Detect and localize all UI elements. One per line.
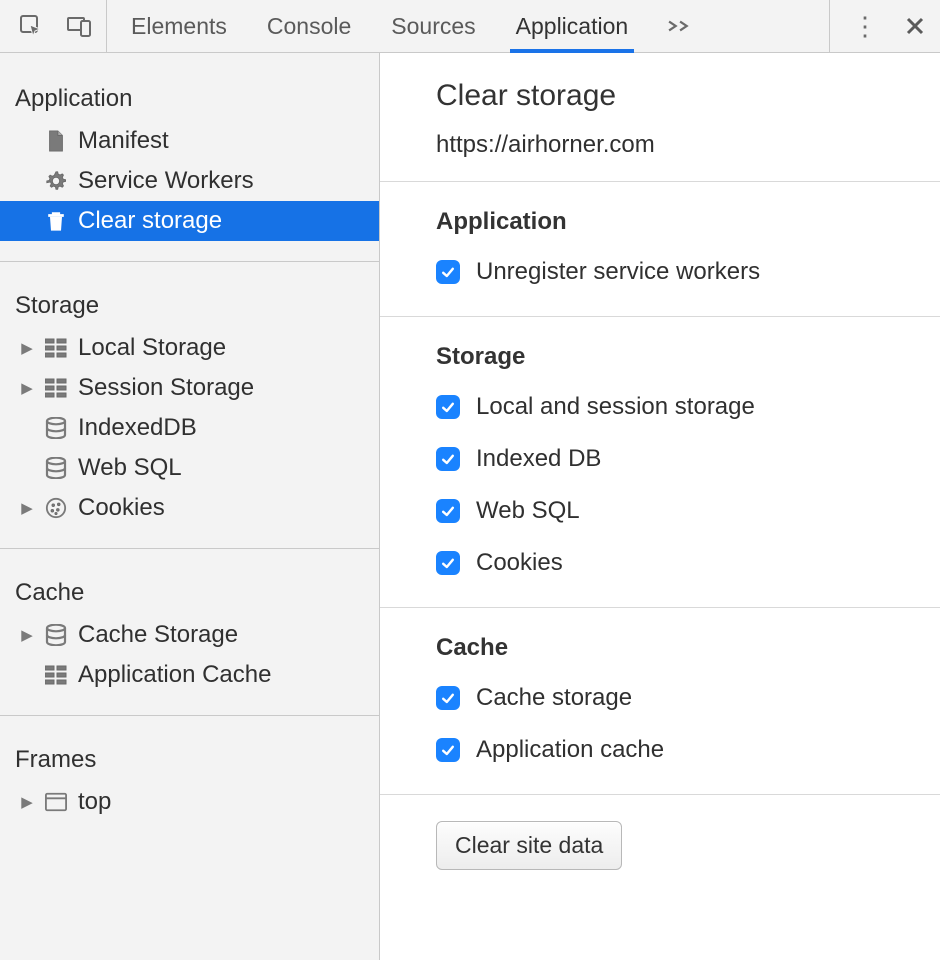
- sidebar-item-top[interactable]: ▶ top: [0, 782, 379, 822]
- sidebar-item-label: Session Storage: [78, 374, 254, 402]
- tab-console[interactable]: Console: [267, 0, 351, 52]
- window-icon: [44, 790, 68, 814]
- sidebar-item-service-workers[interactable]: Service Workers: [0, 161, 379, 201]
- section-storage: Storage Local and session storage Indexed …: [380, 317, 940, 608]
- grid-icon: [44, 376, 68, 400]
- sidebar-item-session-storage[interactable]: ▶ Session Storage: [0, 368, 379, 408]
- check-row-cache-storage: Cache storage: [436, 684, 940, 712]
- checkbox-label: Application cache: [476, 736, 664, 764]
- check-row-cookies: Cookies: [436, 549, 940, 577]
- sidebar-item-label: Web SQL: [78, 454, 182, 482]
- sidebar-group-storage: Storage: [0, 262, 379, 328]
- kebab-menu-icon[interactable]: ⋮: [852, 11, 878, 42]
- section-application: Application Unregister service workers: [380, 182, 940, 317]
- check-row-unregister-service-workers: Unregister service workers: [436, 258, 940, 286]
- database-icon: [44, 456, 68, 480]
- sidebar-item-application-cache[interactable]: Application Cache: [0, 655, 379, 695]
- sidebar-item-label: Cookies: [78, 494, 165, 522]
- grid-icon: [44, 663, 68, 687]
- checkbox-label: Web SQL: [476, 497, 580, 525]
- pane-title: Clear storage: [436, 79, 940, 113]
- check-row-application-cache: Application cache: [436, 736, 940, 764]
- close-icon[interactable]: [902, 13, 928, 39]
- trash-icon: [44, 209, 68, 233]
- checkbox-label: Cookies: [476, 549, 563, 577]
- pane-url: https://airhorner.com: [436, 131, 940, 159]
- sidebar-item-web-sql[interactable]: Web SQL: [0, 448, 379, 488]
- sidebar-group-frames: Frames: [0, 716, 379, 782]
- checkbox-indexed-db[interactable]: [436, 447, 460, 471]
- sidebar-item-label: Clear storage: [78, 207, 222, 235]
- gear-icon: [44, 169, 68, 193]
- checkbox-label: Local and session storage: [476, 393, 755, 421]
- checkbox-web-sql[interactable]: [436, 499, 460, 523]
- sidebar-item-local-storage[interactable]: ▶ Local Storage: [0, 328, 379, 368]
- sidebar-group-application: Application: [0, 55, 379, 121]
- sidebar-item-cache-storage[interactable]: ▶ Cache Storage: [0, 615, 379, 655]
- devtools-tabs: Elements Console Sources Application: [131, 0, 690, 52]
- more-tabs-icon[interactable]: [668, 0, 690, 52]
- expand-arrow-icon[interactable]: ▶: [20, 793, 34, 811]
- toolbar-left-group: [0, 0, 107, 52]
- section-heading: Cache: [436, 634, 940, 662]
- section-cache: Cache Cache storage Application cache: [380, 608, 940, 795]
- sidebar-item-label: top: [78, 788, 111, 816]
- checkbox-label: Unregister service workers: [476, 258, 760, 286]
- expand-arrow-icon[interactable]: ▶: [20, 339, 34, 357]
- sidebar-item-label: Local Storage: [78, 334, 226, 362]
- tab-elements-label: Elements: [131, 13, 227, 40]
- tab-sources-label: Sources: [391, 13, 475, 40]
- pane-action-area: Clear site data: [380, 795, 940, 930]
- device-toggle-icon[interactable]: [66, 13, 92, 39]
- tab-application[interactable]: Application: [516, 0, 629, 52]
- checkbox-label: Cache storage: [476, 684, 632, 712]
- tab-application-label: Application: [516, 13, 629, 40]
- sidebar-item-label: Service Workers: [78, 167, 254, 195]
- check-row-local-and-session-storage: Local and session storage: [436, 393, 940, 421]
- sidebar-item-clear-storage[interactable]: Clear storage: [0, 201, 379, 241]
- expand-arrow-icon[interactable]: ▶: [20, 499, 34, 517]
- database-icon: [44, 416, 68, 440]
- sidebar-group-cache: Cache: [0, 549, 379, 615]
- main-area: Application Manifest Service Workers Clear …: [0, 53, 940, 960]
- expand-arrow-icon[interactable]: ▶: [20, 626, 34, 644]
- sidebar-item-label: IndexedDB: [78, 414, 197, 442]
- inspect-icon[interactable]: [18, 13, 44, 39]
- checkbox-application-cache[interactable]: [436, 738, 460, 762]
- pane-header: Clear storage https://airhorner.com: [380, 53, 940, 182]
- checkbox-cache-storage[interactable]: [436, 686, 460, 710]
- section-heading: Storage: [436, 343, 940, 371]
- cookie-icon: [44, 496, 68, 520]
- expand-arrow-icon[interactable]: ▶: [20, 379, 34, 397]
- sidebar-item-cookies[interactable]: ▶ Cookies: [0, 488, 379, 528]
- document-icon: [44, 129, 68, 153]
- section-heading: Application: [436, 208, 940, 236]
- content-pane: Clear storage https://airhorner.com Appl…: [380, 53, 940, 960]
- tab-console-label: Console: [267, 13, 351, 40]
- sidebar-item-indexeddb[interactable]: IndexedDB: [0, 408, 379, 448]
- clear-site-data-button[interactable]: Clear site data: [436, 821, 622, 870]
- grid-icon: [44, 336, 68, 360]
- sidebar-item-manifest[interactable]: Manifest: [0, 121, 379, 161]
- sidebar: Application Manifest Service Workers Clear …: [0, 53, 380, 960]
- checkbox-label: Indexed DB: [476, 445, 601, 473]
- clear-site-data-label: Clear site data: [455, 832, 603, 858]
- check-row-web-sql: Web SQL: [436, 497, 940, 525]
- sidebar-item-label: Cache Storage: [78, 621, 238, 649]
- checkbox-cookies[interactable]: [436, 551, 460, 575]
- database-icon: [44, 623, 68, 647]
- check-row-indexed-db: Indexed DB: [436, 445, 940, 473]
- toolbar-right-group: ⋮: [829, 0, 940, 52]
- sidebar-item-label: Manifest: [78, 127, 169, 155]
- devtools-toolbar: Elements Console Sources Application ⋮: [0, 0, 940, 53]
- tab-elements[interactable]: Elements: [131, 0, 227, 52]
- tab-sources[interactable]: Sources: [391, 0, 475, 52]
- sidebar-item-label: Application Cache: [78, 661, 271, 689]
- checkbox-unregister-service-workers[interactable]: [436, 260, 460, 284]
- checkbox-local-and-session-storage[interactable]: [436, 395, 460, 419]
